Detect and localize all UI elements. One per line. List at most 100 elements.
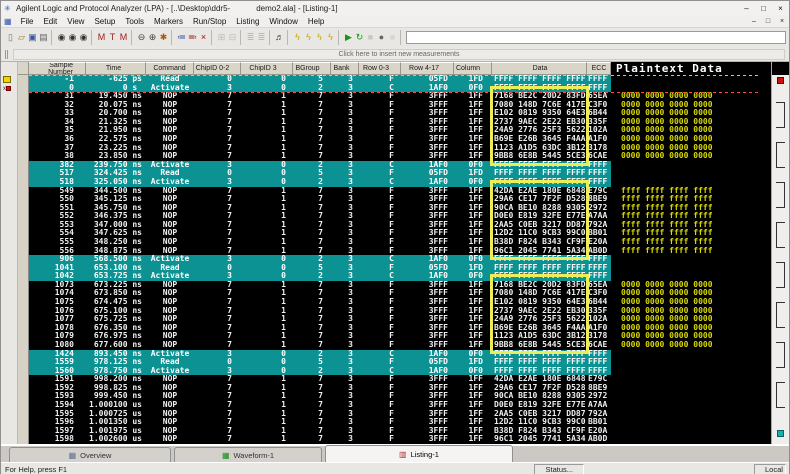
close-icon[interactable]: × xyxy=(772,2,789,15)
column-header-chipid-3[interactable]: ChipID 3 xyxy=(241,62,293,75)
zoom-out-icon[interactable]: ⊖ xyxy=(136,30,147,45)
plaintext-data-header[interactable]: Plaintext Data xyxy=(611,62,758,75)
table-row[interactable]: 552 346.375 ns NOP 7 1 7 3 F 3FFF 1FF D0E0 E819 32… xyxy=(29,212,758,221)
column-header-command[interactable]: Command xyxy=(146,62,194,75)
table-row[interactable]: 00 s Activate 3 0 2 3 C 1AF0 0F0 FFFF FFFF FFFF … xyxy=(29,83,758,93)
scrollbar-position-marker-icon[interactable] xyxy=(777,430,784,437)
zoom-fit-icon[interactable]: ✱ xyxy=(158,30,169,45)
column-header-column[interactable]: Column xyxy=(454,62,492,75)
table-row[interactable]: 1078 676.350 ns NOP 7 1 7 3 F 3FFF 1FF B69E E26B 3… xyxy=(29,324,758,333)
table-row[interactable]: -1 -625 ps Read 0 0 5 3 F 05FD 1FD FFFF FFFF FFFF … xyxy=(29,75,758,84)
find-previous-icon[interactable]: ◉ xyxy=(78,30,89,45)
table-row[interactable]: 1592 998.825 ns NOP 7 1 7 3 F 3FFF 1FF 29A6 CE17 7… xyxy=(29,384,758,393)
scrollbar-trigger-marker-icon[interactable] xyxy=(777,77,784,84)
new-file-icon[interactable]: ▯ xyxy=(5,30,16,45)
status-button[interactable]: Status... xyxy=(534,463,584,474)
table-row[interactable]: 551 345.750 ns NOP 7 1 7 3 F 3FFF 1FF 90CA BE10 82… xyxy=(29,204,758,213)
table-row[interactable]: 34 21.325 ns NOP 7 1 7 3 F 3FFF 1FF 2737 9AEC 2E22… xyxy=(29,118,758,127)
open-folder-icon[interactable]: ▱ xyxy=(16,30,27,45)
table-row[interactable]: 1080 677.600 ns NOP 7 1 7 3 F 3FFF 1FF 9BB8 6E8B 5… xyxy=(29,341,758,350)
column-header-data[interactable]: Data xyxy=(492,62,587,75)
insert-measurement-target[interactable]: Click here to insert new measurements xyxy=(13,48,785,60)
table-row[interactable]: 1077 675.725 ns NOP 7 1 7 3 F 3FFF 1FF 24A9 2776 2… xyxy=(29,315,758,324)
menu-help[interactable]: Help xyxy=(303,17,329,26)
table-row[interactable]: 518 325.050 ns Activate 3 0 2 3 C 1AF0 0F0 FFFF FF… xyxy=(29,177,758,187)
remove-column-icon[interactable]: ≕ xyxy=(187,30,198,45)
table-row[interactable]: 556 348.875 ns NOP 7 1 7 3 F 3FFF 1FF 96C1 2045 77… xyxy=(29,247,758,256)
child-minimize-icon[interactable]: – xyxy=(747,18,761,25)
table-row[interactable]: 31 19.450 ns NOP 7 1 7 3 F 3FFF 1FF 7168 BE2C 20D2… xyxy=(29,92,758,101)
table-row[interactable]: 1560 978.750 ns Activate 3 0 2 3 C 1AF0 0F0 FFFF F… xyxy=(29,366,758,376)
zoom-in-icon[interactable]: ⊕ xyxy=(147,30,158,45)
menu-view[interactable]: View xyxy=(62,17,89,26)
tab-listing-1[interactable]: ▥ Listing-1 xyxy=(325,445,513,462)
child-close-icon[interactable]: × xyxy=(775,18,789,25)
menu-runstop[interactable]: Run/Stop xyxy=(188,17,231,26)
tab-overview[interactable]: ▦ Overview xyxy=(9,447,171,462)
table-row[interactable]: 1041 653.100 ns Read 0 0 5 3 F 05FD 1FD FFFF FFFF … xyxy=(29,263,758,273)
column-header-row-0-3[interactable]: Row 0-3 xyxy=(359,62,401,75)
table-row[interactable]: 1597 1.001975 us NOP 7 1 7 3 F 3FFF 1FF B38D F824 … xyxy=(29,427,758,436)
table-row[interactable]: 1042 653.725 ns Activate 3 0 2 3 C 1AF0 0F0 FFFF F… xyxy=(29,272,758,281)
menu-edit[interactable]: Edit xyxy=(38,17,62,26)
table-row[interactable]: 1079 676.975 ns NOP 7 1 7 3 F 3FFF 1FF 1123 A1D5 6… xyxy=(29,332,758,341)
table-row[interactable]: 906 568.500 ns Activate 3 0 2 3 C 1AF0 0F0 FFFF FF… xyxy=(29,255,758,264)
table-row[interactable]: 33 20.700 ns NOP 7 1 7 3 F 3FFF 1FF E102 0819 9350… xyxy=(29,109,758,118)
run-repetitive-icon[interactable]: ↻ xyxy=(354,30,365,45)
column-header-chipid-0-2[interactable]: ChipID 0-2 xyxy=(194,62,241,75)
table-row[interactable]: 32 20.075 ns NOP 7 1 7 3 F 3FFF 1FF 7080 148D 7C6E… xyxy=(29,101,758,110)
quick-trigger-1-icon[interactable]: ϟ xyxy=(292,30,303,45)
print-icon[interactable]: ▤ xyxy=(38,30,49,45)
table-row[interactable]: 1598 1.002600 us NOP 7 1 7 3 F 3FFF 1FF 96C1 2045 … xyxy=(29,435,758,444)
record-icon[interactable]: ● xyxy=(376,30,387,45)
table-row[interactable]: 1593 999.450 ns NOP 7 1 7 3 F 3FFF 1FF 90CA BE10 8… xyxy=(29,392,758,401)
table-row[interactable]: 550 345.125 ns NOP 7 1 7 3 F 3FFF 1FF 29A6 CE17 7F… xyxy=(29,195,758,204)
quick-trigger-2-icon[interactable]: ϟ xyxy=(303,30,314,45)
minimize-icon[interactable]: – xyxy=(738,2,755,15)
table-row[interactable]: 517 324.425 ns Read 0 0 5 3 F 05FD 1FD FFFF FFFF F… xyxy=(29,169,758,178)
table-row[interactable]: 1595 1.000725 us NOP 7 1 7 3 F 3FFF 1FF 2AA5 C0EB … xyxy=(29,410,758,419)
menu-tools[interactable]: Tools xyxy=(120,17,149,26)
table-row[interactable]: 1074 673.850 ns NOP 7 1 7 3 F 3FFF 1FF 7080 148D 7… xyxy=(29,289,758,298)
table-row[interactable]: 382 239.750 ns Activate 3 0 2 3 C 1AF0 0F0 FFFF FF… xyxy=(29,160,758,170)
run-icon[interactable]: ▶ xyxy=(343,30,354,45)
table-row[interactable]: 37 23.225 ns NOP 7 1 7 3 F 3FFF 1FF 1123 A1D5 63DC… xyxy=(29,144,758,153)
table-row[interactable]: 1559 978.125 ns Read 0 0 5 3 F 05FD 1FD FFFF FFFF … xyxy=(29,358,758,367)
column-header-time[interactable]: Time xyxy=(86,62,146,75)
menu-listing[interactable]: Listing xyxy=(231,17,264,26)
delete-all-icon[interactable]: × xyxy=(198,30,209,45)
table-row[interactable]: 1073 673.225 ns NOP 7 1 7 3 F 3FFF 1FF 7168 BE2C 2… xyxy=(29,281,758,290)
column-header-row-4-17[interactable]: Row 4-17 xyxy=(401,62,454,75)
table-row[interactable]: 1424 893.450 ns Activate 3 0 2 3 C 1AF0 0F0 FFFF F… xyxy=(29,349,758,359)
find-next-icon[interactable]: ◉ xyxy=(67,30,78,45)
drag-grip-icon[interactable] xyxy=(5,49,8,59)
goto-end-marker-icon[interactable]: M xyxy=(118,30,129,45)
table-row[interactable]: 1596 1.001350 us NOP 7 1 7 3 F 3FFF 1FF 12D2 11C0 … xyxy=(29,418,758,427)
tab-waveform-1[interactable]: ▦ Waveform-1 xyxy=(174,447,322,462)
menu-markers[interactable]: Markers xyxy=(149,17,188,26)
save-icon[interactable]: ▣ xyxy=(27,30,38,45)
column-header-bank[interactable]: Bank xyxy=(331,62,359,75)
menu-window[interactable]: Window xyxy=(264,17,302,26)
table-row[interactable]: 554 347.625 ns NOP 7 1 7 3 F 3FFF 1FF 12D2 11C0 9C… xyxy=(29,229,758,238)
table-row[interactable]: 38 23.850 ns NOP 7 1 7 3 F 3FFF 1FF 9BB8 6E8B 5445… xyxy=(29,152,758,161)
table-row[interactable]: 1594 1.000100 us NOP 7 1 7 3 F 3FFF 1FF D0E0 E819 … xyxy=(29,401,758,410)
table-row[interactable]: 35 21.950 ns NOP 7 1 7 3 F 3FFF 1FF 24A9 2776 25F3… xyxy=(29,126,758,135)
table-row[interactable]: 1075 674.475 ns NOP 7 1 7 3 F 3FFF 1FF E102 0819 9… xyxy=(29,298,758,307)
quick-trigger-4-icon[interactable]: ϟ xyxy=(325,30,336,45)
table-row[interactable]: 553 347.000 ns NOP 7 1 7 3 F 3FFF 1FF 2AA5 C0EB 32… xyxy=(29,221,758,230)
menu-file[interactable]: File xyxy=(16,17,39,26)
table-row[interactable]: 555 348.250 ns NOP 7 1 7 3 F 3FFF 1FF B38D F824 B3… xyxy=(29,238,758,247)
quick-trigger-3-icon[interactable]: ϟ xyxy=(314,30,325,45)
maximize-icon[interactable]: □ xyxy=(755,2,772,15)
menu-setup[interactable]: Setup xyxy=(89,17,120,26)
trigger-marker-icon[interactable]: x xyxy=(3,86,11,93)
table-row[interactable]: 1591 998.200 ns NOP 7 1 7 3 F 3FFF 1FF 42DA E2AE 1… xyxy=(29,375,758,384)
begin-marker-icon[interactable] xyxy=(3,76,11,83)
sound-icon[interactable]: ♬ xyxy=(274,30,285,45)
column-header-bgroup[interactable]: BGroup xyxy=(293,62,331,75)
child-restore-icon[interactable]: □ xyxy=(761,18,775,25)
find-icon[interactable]: ◉ xyxy=(56,30,67,45)
column-header-ecc[interactable]: ECC xyxy=(587,62,611,75)
column-header-sample-number[interactable]: Sample Number xyxy=(29,62,86,75)
